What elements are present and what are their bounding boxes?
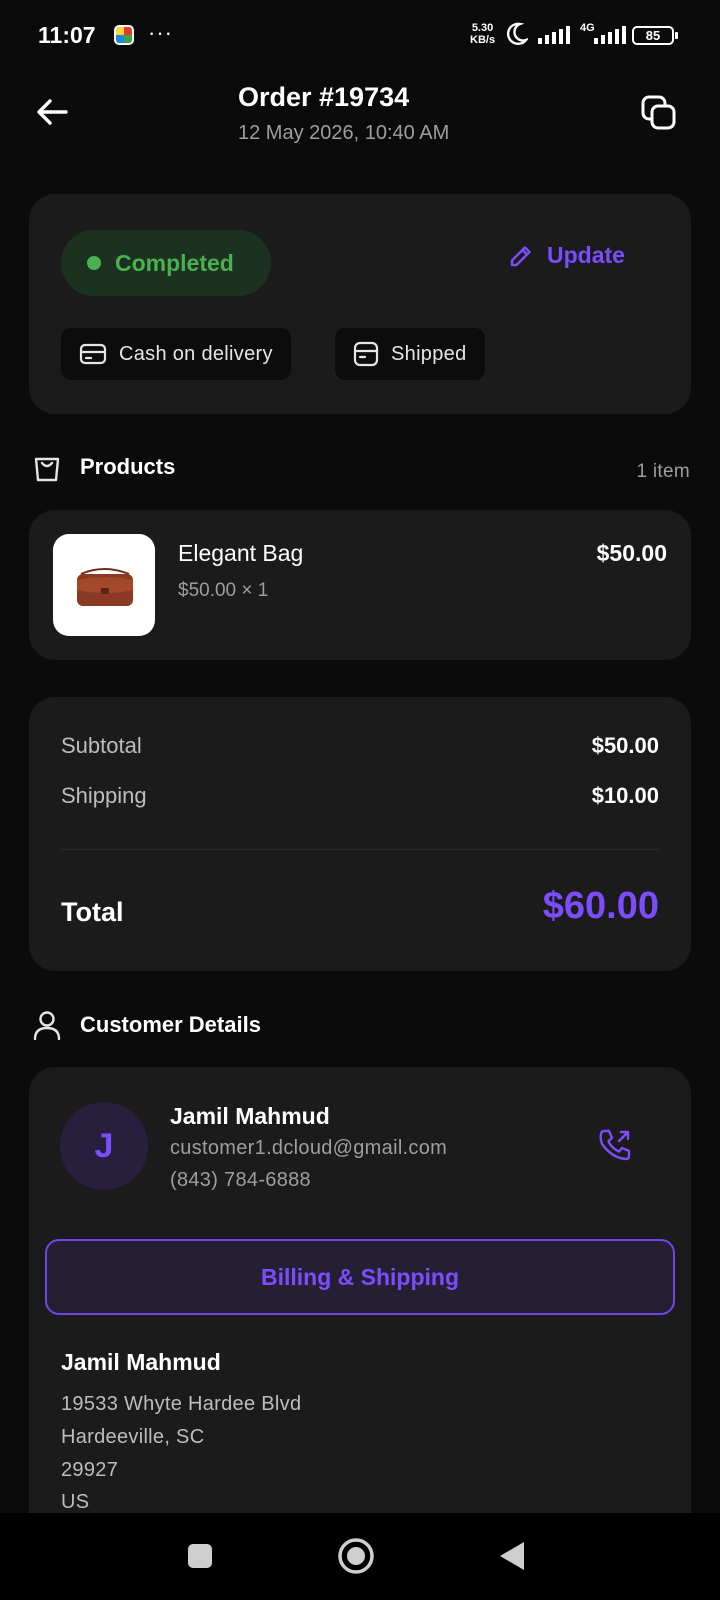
customer-section-header: Customer Details [32, 1010, 261, 1040]
status-label: Completed [115, 249, 234, 276]
shipping-status-chip: Shipped [335, 328, 485, 380]
app-notification-icon [114, 25, 134, 45]
system-navigation-bar [0, 1513, 720, 1600]
payment-method-label: Cash on delivery [119, 342, 273, 365]
shipping-value: $10.00 [591, 783, 659, 808]
customer-card: J Jamil Mahmud customer1.dcloud@gmail.co… [29, 1067, 691, 1527]
total-value: $60.00 [542, 885, 659, 927]
customer-title: Customer Details [80, 1012, 261, 1037]
recent-apps-icon[interactable] [186, 1542, 214, 1570]
billing-shipping-button[interactable]: Billing & Shipping [45, 1239, 675, 1315]
status-bar: 11:07 ··· 5.30 KB/s 4G 85 [0, 0, 720, 72]
address-line-1: 19533 Whyte Hardee Blvd [61, 1393, 302, 1415]
back-arrow-icon[interactable] [34, 94, 70, 130]
billing-shipping-label: Billing & Shipping [260, 1263, 460, 1290]
payment-method-chip: Cash on delivery [61, 328, 291, 380]
signal-icon [538, 26, 570, 44]
items-count: 1 item [636, 461, 690, 482]
network-speed: 5.30 KB/s [470, 22, 495, 46]
update-status-button[interactable]: Update [509, 242, 625, 269]
products-section-header: Products [32, 451, 175, 483]
back-nav-icon[interactable] [498, 1540, 526, 1572]
products-title: Products [80, 454, 176, 479]
address-country: US [61, 1491, 90, 1513]
total-label: Total [61, 897, 124, 927]
subtotal-label: Subtotal [61, 733, 142, 758]
do-not-disturb-icon [506, 22, 528, 45]
phone-call-icon[interactable] [597, 1127, 633, 1163]
avatar: J [60, 1102, 148, 1190]
product-price: $50.00 [596, 540, 667, 566]
customer-email[interactable]: customer1.dcloud@gmail.com [170, 1137, 447, 1160]
user-icon [33, 1011, 61, 1040]
customer-phone[interactable]: (843) 784-6888 [170, 1169, 311, 1192]
bag-product-illustration [77, 568, 133, 606]
product-image [53, 534, 155, 636]
product-list-item[interactable]: Elegant Bag $50.00 × 1 $50.00 [29, 510, 691, 660]
package-icon [353, 341, 379, 367]
copy-icon[interactable] [640, 94, 678, 132]
shipping-status-label: Shipped [391, 342, 467, 365]
more-notifications-icon: ··· [148, 20, 173, 45]
network-speed-value: 5.30 [471, 22, 494, 34]
card-icon [79, 343, 107, 365]
customer-name: Jamil Mahmud [170, 1103, 330, 1129]
bag-icon [34, 457, 60, 482]
product-name: Elegant Bag [178, 540, 304, 566]
battery-indicator: 85 [632, 26, 678, 45]
summary-divider [61, 849, 659, 850]
subtotal-value: $50.00 [591, 733, 659, 758]
status-time: 11:07 [38, 22, 96, 48]
address-name: Jamil Mahmud [61, 1349, 221, 1375]
order-date: 12 May 2026, 10:40 AM [238, 122, 450, 144]
order-summary-card: Subtotal $50.00 Shipping $10.00 Total $6… [29, 697, 691, 971]
network-type: 4G [580, 22, 595, 34]
page-title: Order #19734 [238, 82, 410, 112]
status-badge: Completed [61, 230, 271, 296]
status-dot [87, 256, 101, 270]
address-line-2: Hardeeville, SC [61, 1426, 205, 1448]
address-zip: 29927 [61, 1459, 119, 1481]
pencil-icon [510, 245, 531, 266]
update-label: Update [547, 242, 625, 268]
home-icon[interactable] [337, 1537, 375, 1575]
network-speed-unit: KB/s [470, 34, 496, 46]
signal-icon-secondary [594, 26, 626, 44]
order-details-screen: 11:07 ··· 5.30 KB/s 4G 85 Order #19734 1… [0, 0, 720, 1600]
shipping-label: Shipping [61, 783, 147, 808]
app-header: Order #19734 12 May 2026, 10:40 AM [0, 72, 720, 182]
order-status-card: Completed Update Cash on delivery Shippe… [29, 194, 691, 414]
product-qty: $50.00 × 1 [178, 580, 269, 601]
